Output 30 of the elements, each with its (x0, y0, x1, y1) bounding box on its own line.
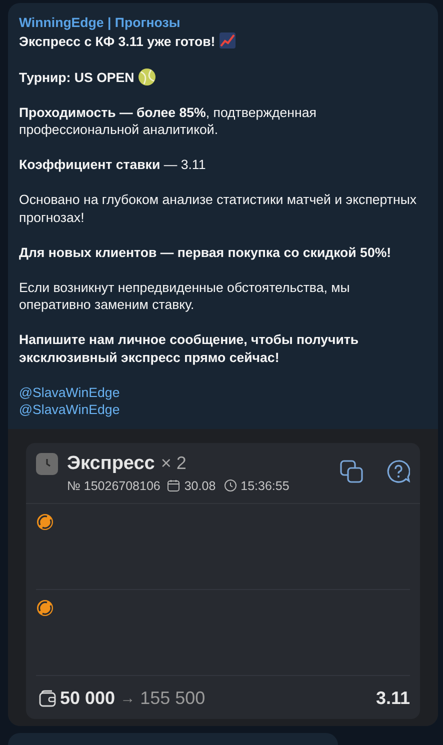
calendar-icon (167, 479, 180, 492)
message-paragraph: Напишите нам личное сообщение, чтобы получить эксклюзивный экспресс прямо сейчас! (19, 331, 360, 366)
slip-date: 30.08 (184, 478, 216, 492)
help-icon[interactable] (387, 460, 410, 482)
tennis-ball-icon (138, 68, 156, 86)
message-paragraph: Экспресс с КФ 3.11 уже готов! (19, 32, 422, 50)
clock-icon (224, 479, 237, 492)
message-paragraph: Для новых клиентов — первая покупка со скидкой 50%! (19, 244, 392, 261)
message-paragraph: Проходимость — более 85%, подтвержденная профессиональной аналитикой. (19, 104, 318, 138)
message-paragraph: Турнир: US OPEN (19, 68, 422, 86)
channel-name[interactable]: WinningEdge | Прогнозы (19, 14, 422, 32)
message-paragraph: Основано на глубоком анализе статистики матчей и экспертных прогнозах! (19, 191, 418, 226)
slip-time: 15:36:55 (240, 478, 290, 492)
message-paragraph: Если возникнут непредвиденные обстоятельства, мы оперативно заменим ставку. (19, 278, 351, 314)
arrow: → (120, 690, 136, 706)
message-paragraph: Коэффициент ставки — 3.11 (19, 156, 207, 174)
chart-icon (219, 32, 236, 48)
copy-icon[interactable] (340, 460, 363, 482)
tennis-ball-icon (36, 512, 54, 530)
stake-amount: 50 000 (60, 688, 116, 708)
mention-link[interactable]: @SlavaWinEdge (19, 384, 120, 401)
payout-amount: 155 500 (140, 688, 206, 708)
clock-icon (36, 452, 58, 474)
mention-link[interactable]: @SlavaWinEdge (19, 401, 120, 418)
slip-title: Экспресс (67, 452, 155, 474)
total-odds: 3.11 (376, 688, 410, 708)
tennis-ball-icon (36, 598, 54, 616)
wallet-icon (39, 690, 56, 706)
slip-number: № 15026708106 (67, 478, 160, 492)
multiplier: × 2 (160, 452, 186, 474)
